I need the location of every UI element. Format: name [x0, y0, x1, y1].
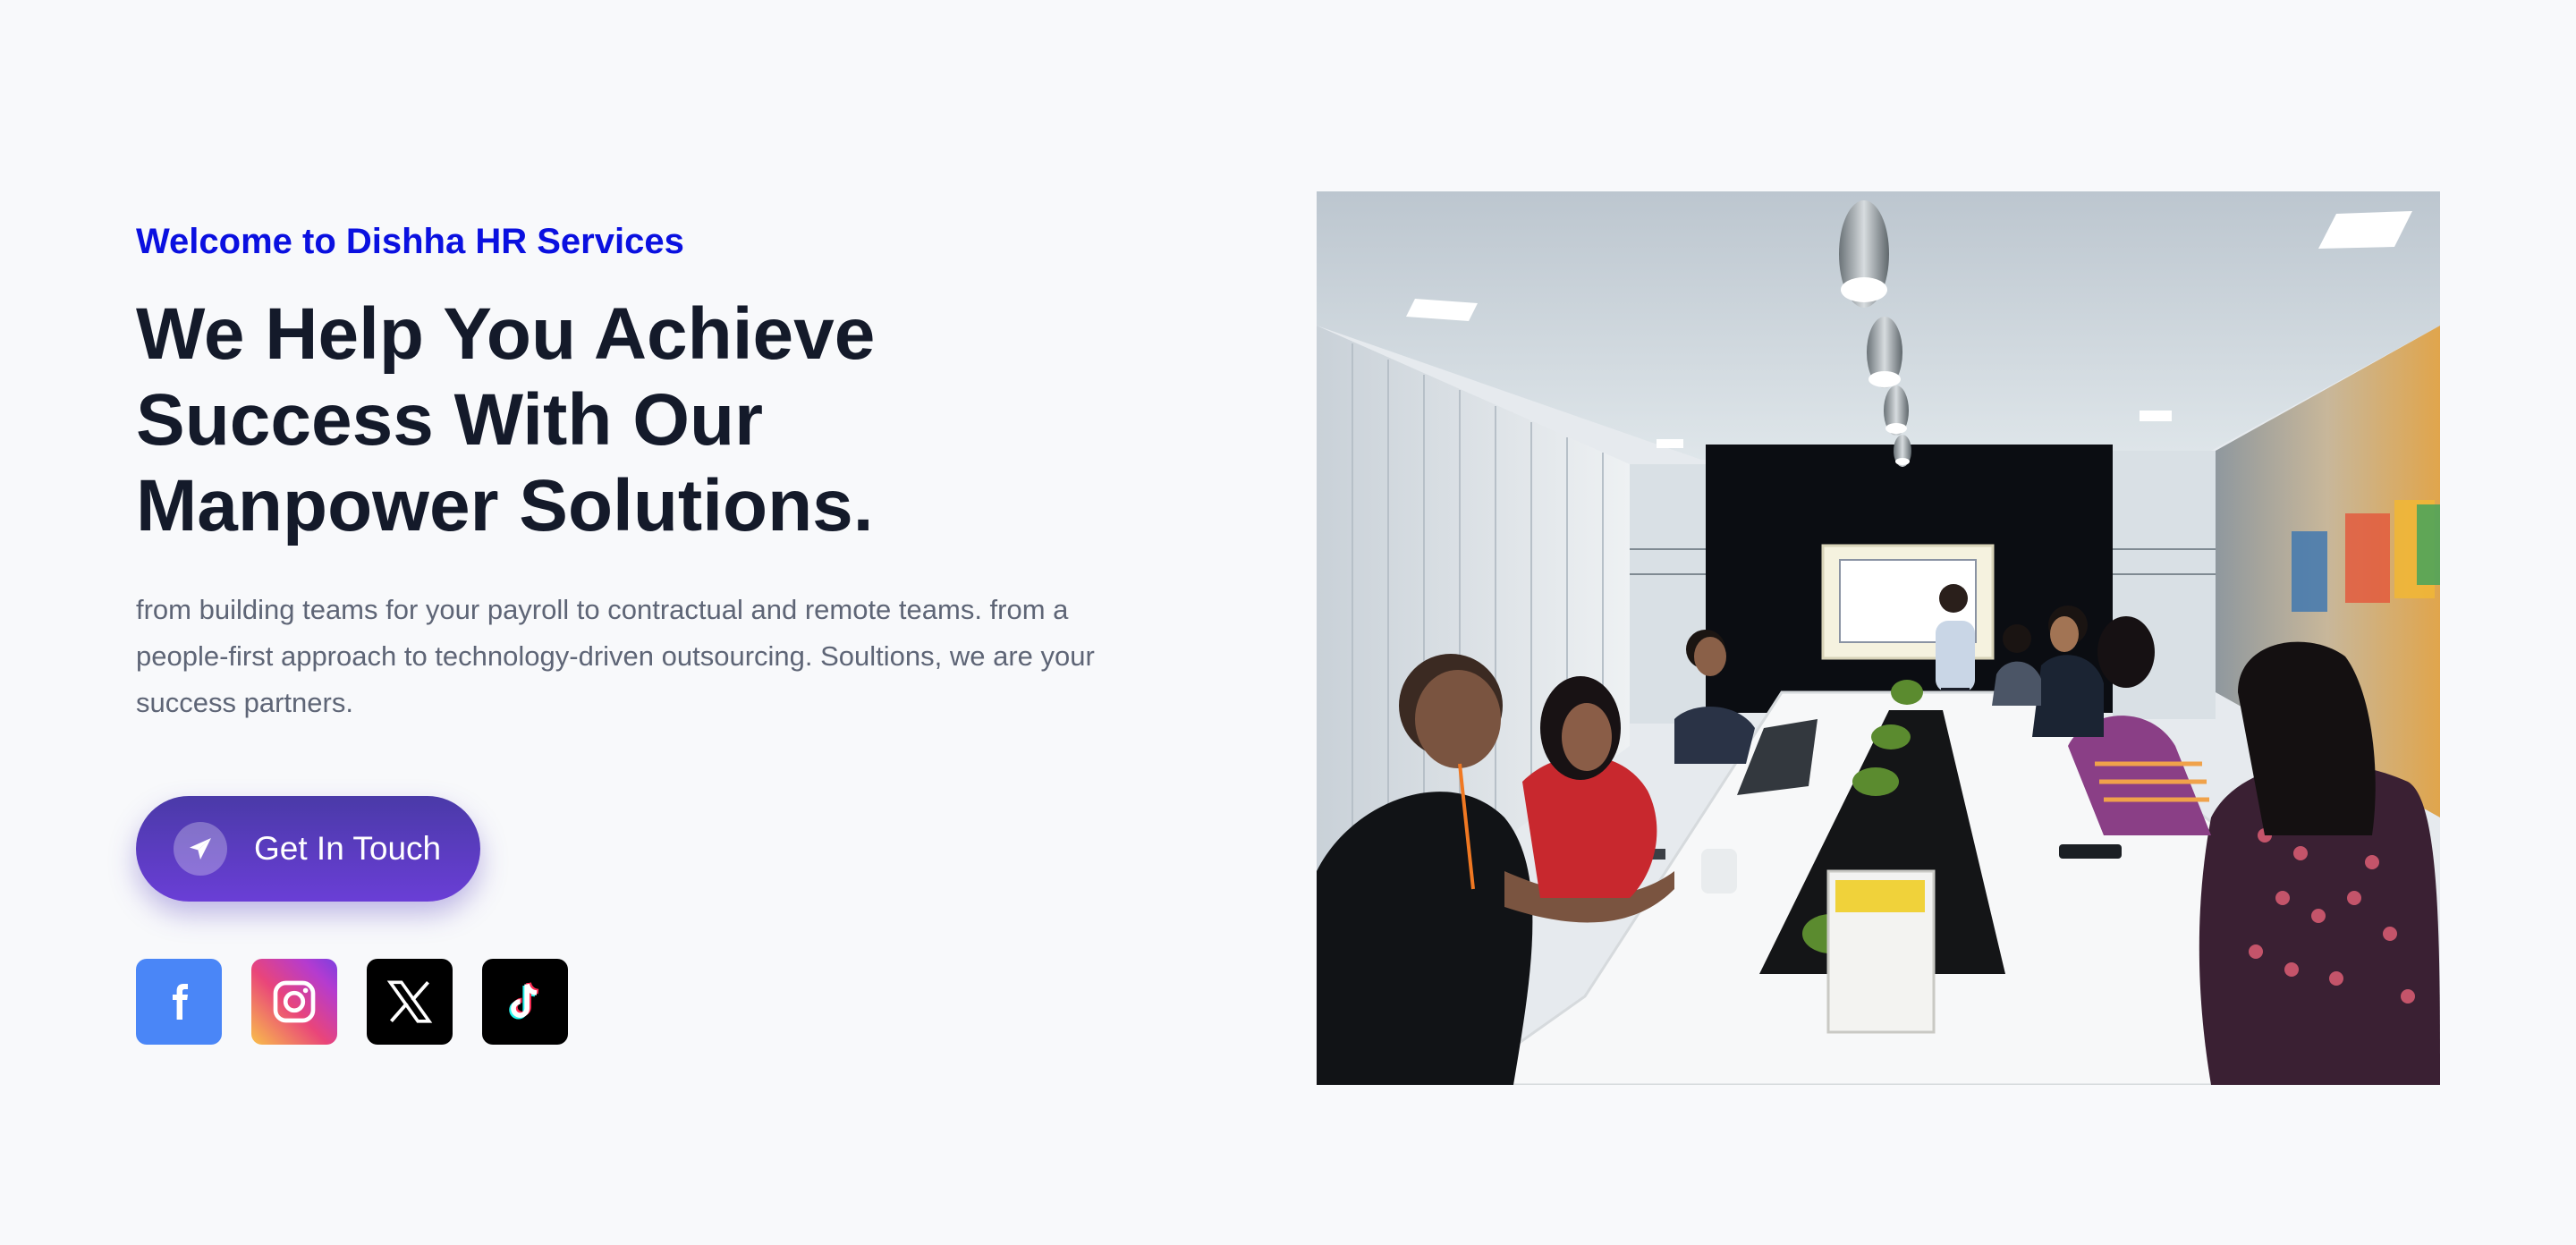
x-twitter-link[interactable] — [367, 959, 453, 1045]
get-in-touch-label: Get In Touch — [254, 830, 442, 867]
facebook-icon — [173, 984, 188, 1020]
hero-description: from building teams for your payroll to … — [136, 594, 1095, 718]
instagram-link[interactable] — [251, 959, 337, 1045]
hero-section: Welcome to Dishha HR Services We Help Yo… — [0, 0, 2576, 1245]
paper-plane-icon — [174, 822, 227, 876]
tiktok-icon — [509, 982, 539, 1020]
hero-headline: We Help You Achieve Success With Our Man… — [136, 293, 876, 546]
get-in-touch-button[interactable]: Get In Touch — [136, 796, 481, 902]
x-twitter-icon — [386, 980, 433, 1023]
tiktok-link[interactable] — [482, 959, 568, 1045]
meeting-room-photo — [1317, 191, 2440, 1085]
hero-text-column: Welcome to Dishha HR Services We Help Yo… — [136, 215, 1138, 1045]
social-links — [136, 959, 1138, 1045]
welcome-eyebrow: Welcome to Dishha HR Services — [136, 222, 684, 261]
facebook-link[interactable] — [136, 959, 222, 1045]
instagram-icon — [273, 980, 316, 1023]
